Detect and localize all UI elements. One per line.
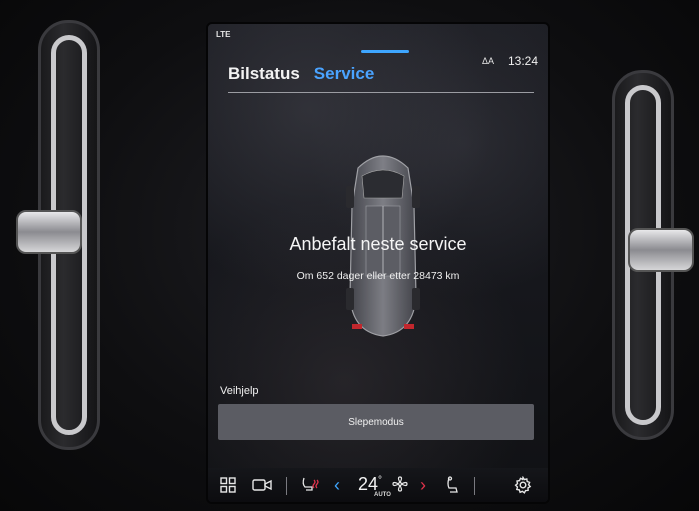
user-profile-icon[interactable]: ΔA	[482, 56, 494, 66]
signal-indicator: LTE	[216, 30, 231, 39]
tab-service[interactable]: Service	[314, 64, 375, 84]
fan-icon[interactable]	[392, 476, 408, 495]
right-vent-knob	[628, 228, 694, 272]
camera-icon[interactable]	[252, 478, 272, 495]
top-pull-down-handle[interactable]	[361, 50, 409, 53]
service-due-info: Om 652 dager eller etter 28473 km	[296, 270, 460, 282]
chevron-left-icon[interactable]: ‹	[334, 475, 340, 496]
roadside-assistance-label: Veihjelp	[220, 385, 259, 397]
bottom-divider-1	[286, 477, 287, 495]
left-vent-knob	[16, 210, 82, 254]
seat-icon[interactable]	[444, 476, 460, 497]
temperature-unit: °	[378, 475, 383, 486]
tab-bilstatus[interactable]: Bilstatus	[228, 64, 300, 84]
temperature-value: 24	[358, 474, 379, 494]
auto-mode-label: AUTO	[374, 492, 391, 498]
chevron-right-icon[interactable]: ›	[420, 475, 426, 496]
tab-bar: Bilstatus Service	[228, 64, 374, 84]
status-bar: LTE	[208, 24, 548, 46]
bottom-divider-2	[474, 477, 475, 495]
apps-grid-icon[interactable]	[220, 477, 236, 496]
clock: 13:24	[507, 54, 538, 68]
gear-icon[interactable]	[514, 475, 532, 497]
climate-bar: ‹ 24° AUTO ›	[208, 468, 548, 502]
tab-divider	[228, 92, 534, 93]
seat-heat-icon[interactable]	[300, 476, 320, 497]
service-title: Anbefalt neste service	[289, 234, 467, 254]
infotainment-screen: LTE ΔA 13:24 Bilstatus Service Anbefalt …	[206, 22, 550, 504]
tow-mode-button[interactable]: Slepemodus	[218, 404, 534, 440]
